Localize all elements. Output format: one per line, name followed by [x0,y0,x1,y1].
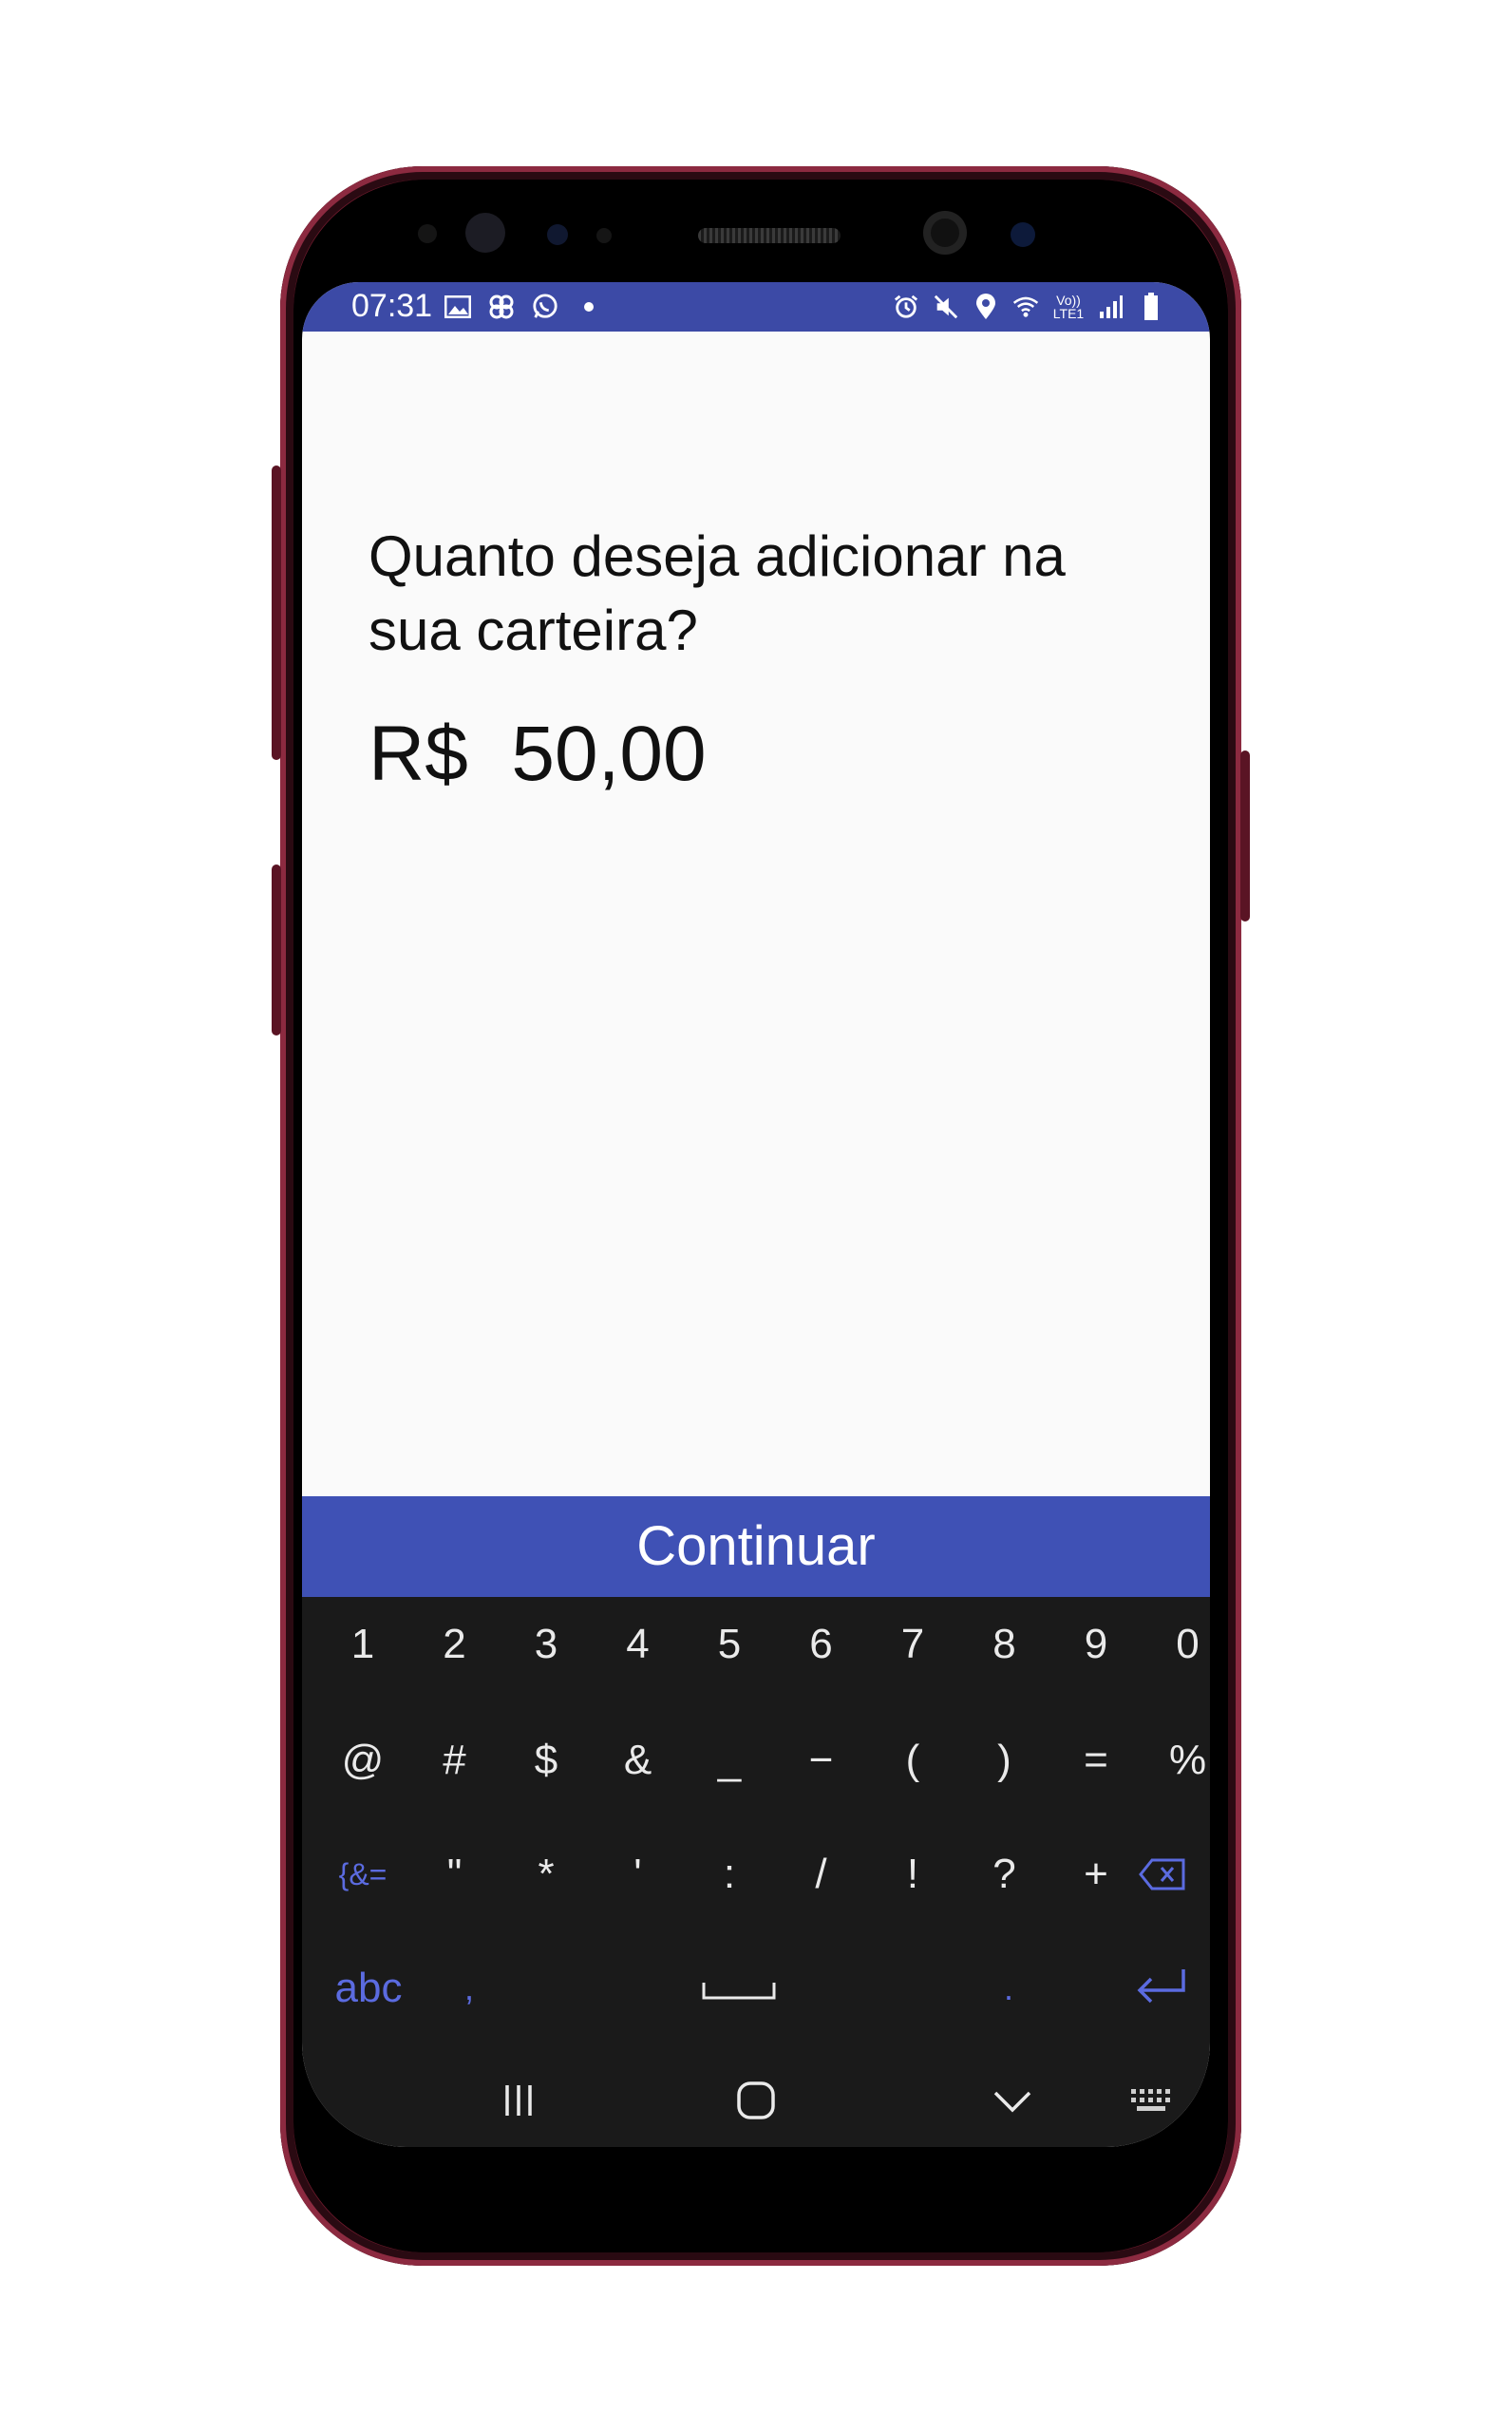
abc-key[interactable]: abc [312,1941,425,2036]
digit-key[interactable]: 8 [959,1597,1050,1692]
digit-key[interactable]: 0 [1143,1597,1211,1692]
digit-key[interactable]: 9 [1050,1597,1142,1692]
signal-icon [1098,294,1125,320]
keyboard-row-bottom: abc , . [302,1941,1210,2036]
iris-camera [1011,222,1035,247]
period-key[interactable]: . [963,1941,1054,2036]
light-sensor [547,224,568,245]
front-camera [923,211,967,255]
keyboard-row-symbols-2: {&= " * ': /!? + [302,1827,1210,1922]
symbol-key[interactable]: _ [684,1713,775,1808]
symbol-key[interactable]: # [409,1713,501,1808]
keyboard-switch-icon[interactable] [1107,2053,1199,2147]
dot-icon [576,294,602,320]
keyboard-row-symbols: @ # $ & _ −() =% [302,1713,1210,1808]
digit-key[interactable]: 1 [317,1597,408,1692]
digit-key[interactable]: 6 [776,1597,867,1692]
alarm-icon [893,294,919,320]
numeric-keyboard: 1234567890 @ # $ & _ −() =% {&= " * ': /!? + abc , … [302,1597,1210,2147]
notification-icons [444,288,602,326]
system-icons: Vo)) LTE1 [893,288,1164,326]
status-bar: 07:31 Vo)) LTE1 [302,282,1210,332]
symbol-key[interactable]: " [409,1827,501,1922]
comma-key[interactable]: , [424,1941,515,2036]
navigation-bar [302,2053,1210,2147]
amount-input[interactable]: R$ 50,00 [369,710,707,799]
volume-button [272,466,281,760]
amount-value: 50,00 [511,711,707,797]
symbol-key[interactable]: ( [867,1713,958,1808]
battery-icon [1138,293,1164,320]
symbol-key[interactable]: ? [959,1827,1050,1922]
location-icon [973,294,999,320]
digit-key[interactable]: 2 [409,1597,501,1692]
continue-button[interactable]: Continuar [302,1496,1210,1597]
volte-icon: Vo)) LTE1 [1052,293,1085,321]
enter-key[interactable] [1115,1941,1206,2036]
status-time: 07:31 [351,288,433,324]
symbol-key[interactable]: * [501,1827,592,1922]
digit-key[interactable]: 7 [867,1597,958,1692]
symbol-key[interactable]: ) [959,1713,1050,1808]
symbol-key[interactable]: @ [317,1713,408,1808]
symbol-key[interactable]: + [1050,1827,1142,1922]
home-icon[interactable] [710,2053,802,2147]
proximity-sensor [418,224,437,243]
space-key[interactable] [606,1941,872,2036]
digit-key[interactable]: 5 [684,1597,775,1692]
hide-keyboard-icon[interactable] [967,2053,1058,2147]
bixby-button [272,864,281,1036]
symbol-key[interactable]: = [1050,1713,1142,1808]
recent-apps-icon[interactable] [473,2053,564,2147]
symbol-key[interactable]: − [776,1713,867,1808]
keyboard-row-numbers: 1234567890 [302,1597,1210,1692]
whatsapp-icon [532,294,558,320]
symbol-key[interactable]: ' [593,1827,684,1922]
symbol-key[interactable]: ! [867,1827,958,1922]
symbol-key[interactable]: % [1143,1713,1211,1808]
digit-key[interactable]: 3 [501,1597,592,1692]
screen: 0 7: 31 Vo)) LTE1 Quanto deseja adicionar … [302,282,1210,2147]
mute-icon [933,294,959,320]
symbol-key[interactable]: $ [501,1713,592,1808]
wifi-icon [1012,294,1039,320]
symbol-key[interactable]: / [776,1827,867,1922]
amount-question: Quanto deseja adicionar na sua carteira? [369,524,1066,662]
pinwheel-icon [488,294,515,320]
symbol-key[interactable]: : [684,1827,775,1922]
led-sensor [596,228,612,243]
power-button [1240,750,1250,922]
currency-label: R$ [369,711,468,797]
iris-sensor [465,213,505,253]
digit-key[interactable]: 4 [593,1597,684,1692]
earpiece-speaker [698,228,841,243]
symbol-key[interactable]: {&= [317,1827,408,1922]
symbol-key[interactable]: & [593,1713,684,1808]
image-icon [444,294,471,320]
